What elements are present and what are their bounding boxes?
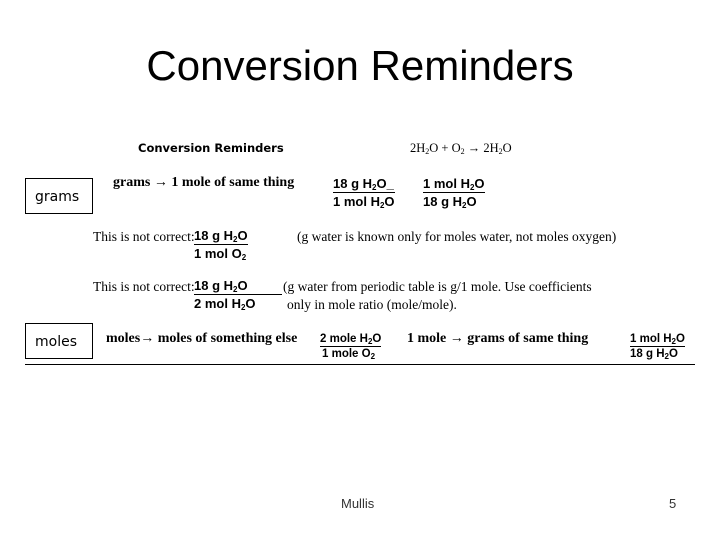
incorrect-1-note: (g water is known only for moles water, … — [297, 229, 617, 244]
grams-fraction-1: 18 g H2O_ 1 mol H2O — [333, 176, 395, 210]
incorrect-2-note-line-1: (g water from periodic table is g/1 mole… — [283, 279, 592, 294]
grams-label-box: grams — [25, 178, 93, 214]
moles-label-box: moles — [25, 323, 93, 359]
grams-rule: grams → 1 mole of same thing — [113, 175, 295, 190]
page-number: 5 — [669, 496, 677, 511]
slide-title: Conversion Reminders — [146, 42, 574, 89]
mole-grams-fraction: 1 mol H2O 18 g H2O — [630, 333, 685, 361]
incorrect-2-fraction: 18 g H2O 2 mol H2O — [194, 278, 282, 312]
incorrect-2-note-line-2: only in mole ratio (mole/mole). — [287, 297, 457, 312]
mole-grams-rule: 1 mole → grams of same thing — [407, 331, 589, 346]
incorrect-2-label: This is not correct: — [93, 279, 195, 294]
moles-fraction: 2 mole H2O 1 mole O2 — [320, 333, 382, 361]
grams-fraction-2: 1 mol H2O 18 g H2O — [423, 176, 485, 210]
footer-author: Mullis — [341, 496, 375, 511]
divider-line — [25, 364, 695, 365]
incorrect-1-fraction: 18 g H2O 1 mol O2 — [194, 228, 248, 262]
moles-rule: moles→ moles of something else — [106, 331, 298, 346]
reaction-equation: 2H2O + O2 → 2H2O — [410, 141, 512, 156]
incorrect-1-label: This is not correct: — [93, 229, 195, 244]
content-heading: Conversion Reminders — [138, 141, 284, 155]
